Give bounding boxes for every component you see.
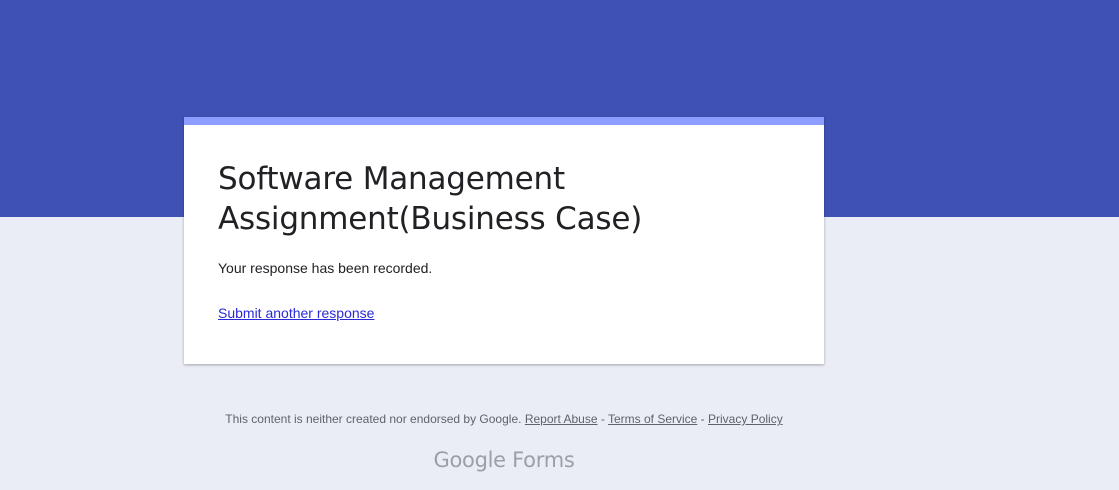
brand-google-text: Google [433, 448, 507, 472]
form-title: Software Management Assignment(Business … [218, 161, 643, 237]
disclaimer-text: This content is neither created nor endo… [225, 412, 522, 426]
footer-disclaimer: This content is neither created nor endo… [0, 411, 1008, 427]
brand-product-text: Forms [512, 448, 575, 472]
privacy-policy-link[interactable]: Privacy Policy [708, 412, 783, 426]
google-forms-logo[interactable]: Google Forms [0, 446, 1008, 474]
footer-separator: - [697, 412, 709, 426]
terms-of-service-link[interactable]: Terms of Service [608, 412, 697, 426]
card-accent-bar [184, 117, 824, 125]
submit-another-response-link[interactable]: Submit another response [218, 304, 374, 322]
confirmation-message: Your response has been recorded. [218, 260, 433, 276]
confirmation-card: Software Management Assignment(Business … [184, 117, 824, 364]
report-abuse-link[interactable]: Report Abuse [525, 412, 598, 426]
footer-separator: - [597, 412, 608, 426]
